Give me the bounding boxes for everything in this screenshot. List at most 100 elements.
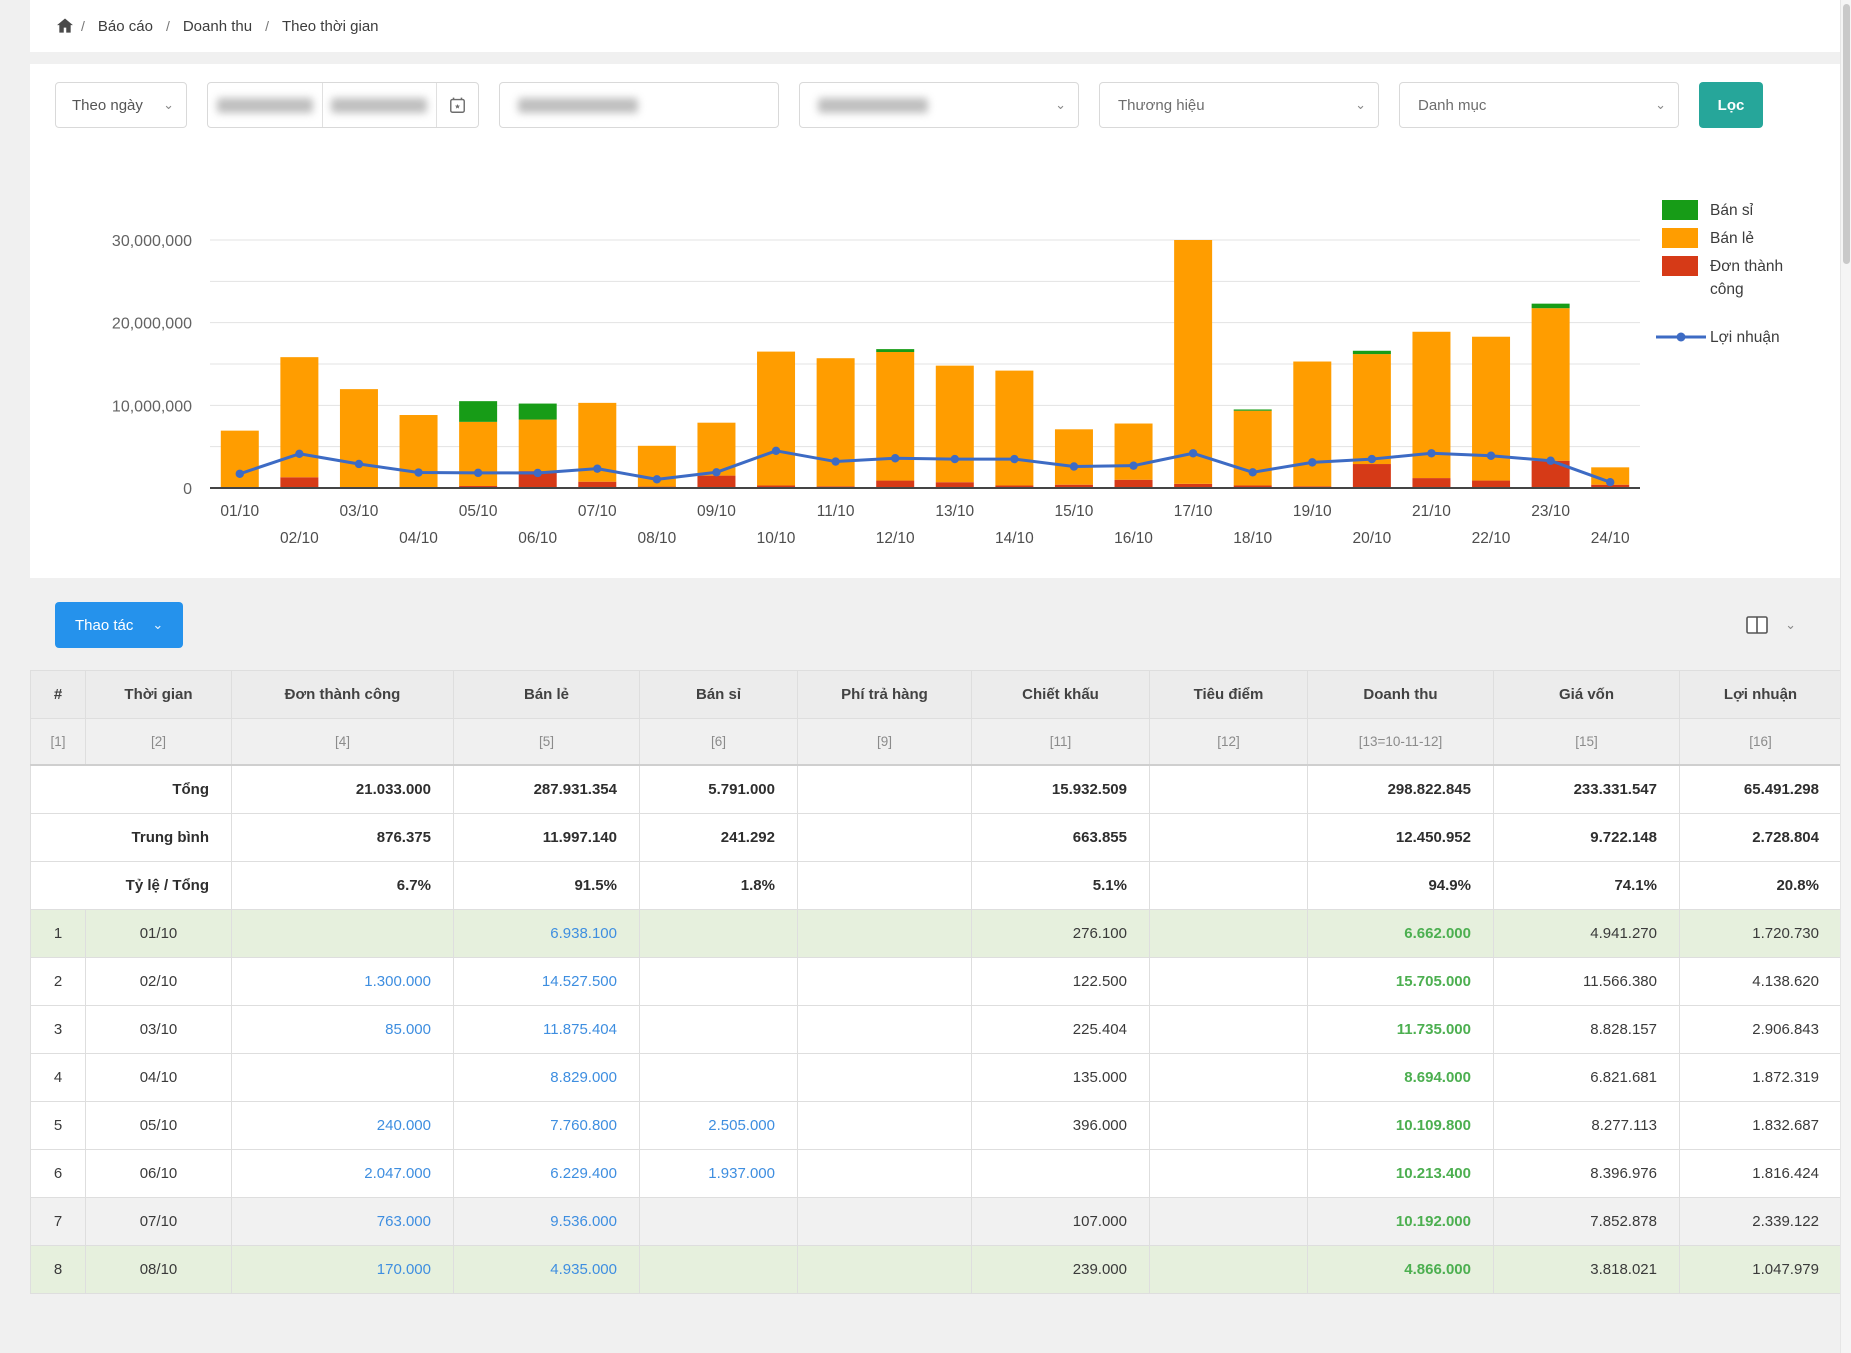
svg-text:20,000,000: 20,000,000 xyxy=(112,316,192,333)
cell[interactable]: 1.300.000 xyxy=(232,958,454,1006)
cell: 15.932.509 xyxy=(972,765,1150,814)
cell xyxy=(1150,814,1308,862)
cell: 9.722.148 xyxy=(1494,814,1680,862)
col-code: [11] xyxy=(972,719,1150,766)
actions-button[interactable]: Thao tác ⌄ xyxy=(55,602,183,648)
row-date: 08/10 xyxy=(86,1246,232,1294)
row-date: 02/10 xyxy=(86,958,232,1006)
row-date: 03/10 xyxy=(86,1006,232,1054)
svg-text:20/10: 20/10 xyxy=(1352,530,1391,547)
cell[interactable]: 763.000 xyxy=(232,1198,454,1246)
row-index: 2 xyxy=(31,958,86,1006)
cell: 6.7% xyxy=(232,862,454,910)
search-input[interactable] xyxy=(499,82,779,128)
cell xyxy=(1150,1150,1308,1198)
cell: 4.941.270 xyxy=(1494,910,1680,958)
cell[interactable]: 6.938.100 xyxy=(454,910,640,958)
cell xyxy=(798,1054,972,1102)
col-code: [6] xyxy=(640,719,798,766)
breadcrumb-bao-cao[interactable]: Báo cáo xyxy=(98,18,153,35)
chevron-down-icon: ⌄ xyxy=(163,97,174,113)
cell: 10.109.800 xyxy=(1308,1102,1494,1150)
col-code: [12] xyxy=(1150,719,1308,766)
filter-button[interactable]: Lọc xyxy=(1699,82,1763,128)
brand-placeholder: Thương hiệu xyxy=(1118,97,1205,114)
svg-text:13/10: 13/10 xyxy=(935,503,974,520)
revenue-chart: 10,000,00020,000,00030,000,000001/1002/1… xyxy=(30,64,1841,578)
col-header: Doanh thu xyxy=(1308,671,1494,719)
cell xyxy=(798,1006,972,1054)
date-from-field[interactable] xyxy=(208,83,322,127)
category-select[interactable]: Danh mục ⌄ xyxy=(1399,82,1679,128)
cell: 6.662.000 xyxy=(1308,910,1494,958)
breadcrumb-separator: / xyxy=(265,18,269,34)
cell: 15.705.000 xyxy=(1308,958,1494,1006)
col-header: Phí trả hàng xyxy=(798,671,972,719)
cell: 74.1% xyxy=(1494,862,1680,910)
cell xyxy=(798,1150,972,1198)
cell xyxy=(798,814,972,862)
scrollbar-thumb[interactable] xyxy=(1843,4,1850,264)
row-date: 05/10 xyxy=(86,1102,232,1150)
col-header: Lợi nhuận xyxy=(1680,671,1842,719)
cell: 239.000 xyxy=(972,1246,1150,1294)
date-to-redacted xyxy=(331,98,427,113)
breadcrumb-doanh-thu[interactable]: Doanh thu xyxy=(183,18,252,35)
cell[interactable]: 1.937.000 xyxy=(640,1150,798,1198)
row-index: 5 xyxy=(31,1102,86,1150)
col-code: [4] xyxy=(232,719,454,766)
date-range-picker[interactable] xyxy=(207,82,479,128)
cell[interactable]: 170.000 xyxy=(232,1246,454,1294)
col-code: [13=10-11-12] xyxy=(1308,719,1494,766)
scrollbar[interactable] xyxy=(1840,0,1851,1353)
cell xyxy=(798,862,972,910)
cell: 1.720.730 xyxy=(1680,910,1842,958)
revenue-table: #Thời gianĐơn thành côngBán lẻBán sỉPhí … xyxy=(30,670,1842,1294)
cell[interactable]: 2.505.000 xyxy=(640,1102,798,1150)
cell: 8.396.976 xyxy=(1494,1150,1680,1198)
column-picker-button[interactable]: ⌄ xyxy=(1746,616,1796,634)
cell[interactable]: 2.047.000 xyxy=(232,1150,454,1198)
cell: 5.1% xyxy=(972,862,1150,910)
table-row: 707/10763.0009.536.000107.00010.192.0007… xyxy=(31,1198,1842,1246)
cell: 3.818.021 xyxy=(1494,1246,1680,1294)
cell[interactable]: 4.935.000 xyxy=(454,1246,640,1294)
cell[interactable]: 9.536.000 xyxy=(454,1198,640,1246)
svg-text:11/10: 11/10 xyxy=(817,503,855,520)
cell: 65.491.298 xyxy=(1680,765,1842,814)
col-header: Bán sỉ xyxy=(640,671,798,719)
table-toolbar: Thao tác ⌄ ⌄ xyxy=(30,602,1841,648)
revenue-report-page: / Báo cáo / Doanh thu / Theo thời gian T… xyxy=(0,0,1851,1353)
cell[interactable]: 6.229.400 xyxy=(454,1150,640,1198)
group-by-select[interactable]: Theo ngày ⌄ xyxy=(55,82,187,128)
home-icon[interactable] xyxy=(55,16,75,36)
svg-text:Bán sỉ: Bán sỉ xyxy=(1710,202,1754,219)
svg-text:14/10: 14/10 xyxy=(995,530,1034,547)
cell: 1.872.319 xyxy=(1680,1054,1842,1102)
cell: 287.931.354 xyxy=(454,765,640,814)
svg-text:02/10: 02/10 xyxy=(280,530,319,547)
cell: 2.906.843 xyxy=(1680,1006,1842,1054)
cell xyxy=(232,910,454,958)
row-index: 4 xyxy=(31,1054,86,1102)
brand-select[interactable]: Thương hiệu ⌄ xyxy=(1099,82,1379,128)
cell: 5.791.000 xyxy=(640,765,798,814)
cell[interactable]: 14.527.500 xyxy=(454,958,640,1006)
cell[interactable]: 11.875.404 xyxy=(454,1006,640,1054)
chevron-down-icon: ⌄ xyxy=(1355,97,1366,113)
cell: 4.138.620 xyxy=(1680,958,1842,1006)
cell xyxy=(1150,1102,1308,1150)
cell[interactable]: 240.000 xyxy=(232,1102,454,1150)
cell: 1.8% xyxy=(640,862,798,910)
calendar-button[interactable] xyxy=(436,83,478,127)
cell[interactable]: 7.760.800 xyxy=(454,1102,640,1150)
date-to-field[interactable] xyxy=(323,83,437,127)
cell xyxy=(640,1006,798,1054)
cell[interactable]: 8.829.000 xyxy=(454,1054,640,1102)
cell: 12.450.952 xyxy=(1308,814,1494,862)
cell: 11.566.380 xyxy=(1494,958,1680,1006)
col-header: Giá vốn xyxy=(1494,671,1680,719)
cell: 11.735.000 xyxy=(1308,1006,1494,1054)
cell[interactable]: 85.000 xyxy=(232,1006,454,1054)
store-select[interactable]: ⌄ xyxy=(799,82,1079,128)
